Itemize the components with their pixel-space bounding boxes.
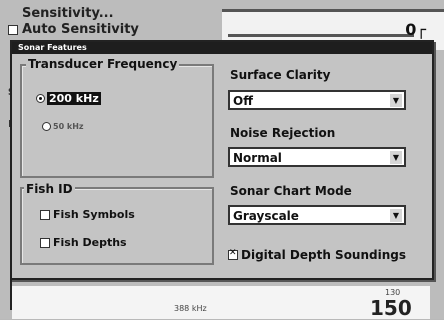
noise-rejection-value: Normal bbox=[233, 151, 282, 165]
dialog-title: Sonar Features bbox=[12, 42, 432, 54]
auto-sensitivity-menu-item[interactable]: Auto Sensitivity bbox=[8, 22, 139, 38]
frequency-readout: 388 kHz bbox=[174, 304, 207, 313]
sensitivity-menu-item[interactable]: Sensitivity... bbox=[22, 6, 139, 22]
fish-id-title: Fish ID bbox=[24, 182, 75, 196]
radio-selected-icon[interactable] bbox=[36, 94, 45, 103]
radio-200khz[interactable]: 200 kHz bbox=[36, 92, 101, 105]
chevron-down-icon[interactable]: ▼ bbox=[390, 209, 402, 222]
sonar-chart-mode-dropdown[interactable]: Grayscale ▼ bbox=[228, 205, 406, 225]
radio-200khz-label: 200 kHz bbox=[47, 92, 101, 105]
fish-depths-checkbox[interactable] bbox=[40, 237, 50, 248]
sonar-bottom-panel bbox=[12, 286, 430, 319]
auto-sensitivity-checkbox[interactable] bbox=[8, 25, 18, 35]
fish-symbols-checkbox[interactable] bbox=[40, 209, 50, 220]
radio-50khz[interactable]: 50 kHz bbox=[42, 122, 84, 131]
surface-clarity-value: Off bbox=[233, 94, 253, 108]
sensitivity-label: Sensitivity... bbox=[22, 6, 114, 21]
noise-rejection-label: Noise Rejection bbox=[230, 126, 336, 140]
auto-sensitivity-label: Auto Sensitivity bbox=[22, 22, 139, 37]
fish-depths-checkbox-row[interactable]: Fish Depths bbox=[40, 236, 127, 249]
surface-clarity-label: Surface Clarity bbox=[230, 68, 331, 82]
digital-depth-checkbox[interactable] bbox=[228, 248, 238, 260]
transducer-frequency-title: Transducer Frequency bbox=[26, 57, 180, 71]
sonar-features-dialog: Sonar Features Transducer Frequency 200 … bbox=[10, 40, 434, 280]
transducer-frequency-group bbox=[20, 64, 214, 178]
radio-unselected-icon[interactable] bbox=[42, 122, 51, 131]
chevron-down-icon[interactable]: ▼ bbox=[390, 151, 402, 164]
fish-depths-label: Fish Depths bbox=[53, 236, 127, 249]
range-readout: 150 bbox=[370, 296, 412, 320]
fish-symbols-checkbox-row[interactable]: Fish Symbols bbox=[40, 208, 135, 221]
depth-line bbox=[228, 34, 414, 37]
sonar-chart-mode-label: Sonar Chart Mode bbox=[230, 184, 352, 198]
fish-id-group bbox=[20, 187, 214, 265]
chevron-down-icon[interactable]: ▼ bbox=[390, 94, 402, 107]
digital-depth-label: Digital Depth Soundings bbox=[241, 248, 406, 262]
radio-50khz-label: 50 kHz bbox=[53, 122, 84, 131]
fish-symbols-label: Fish Symbols bbox=[53, 208, 135, 221]
depth-marker-icon: 0┌ bbox=[405, 20, 426, 39]
background-menu: Sensitivity... Auto Sensitivity bbox=[8, 6, 139, 38]
digital-depth-checkbox-row[interactable]: Digital Depth Soundings bbox=[228, 248, 406, 262]
sonar-chart-mode-value: Grayscale bbox=[233, 209, 299, 223]
surface-clarity-dropdown[interactable]: Off ▼ bbox=[228, 90, 406, 110]
noise-rejection-dropdown[interactable]: Normal ▼ bbox=[228, 147, 406, 167]
